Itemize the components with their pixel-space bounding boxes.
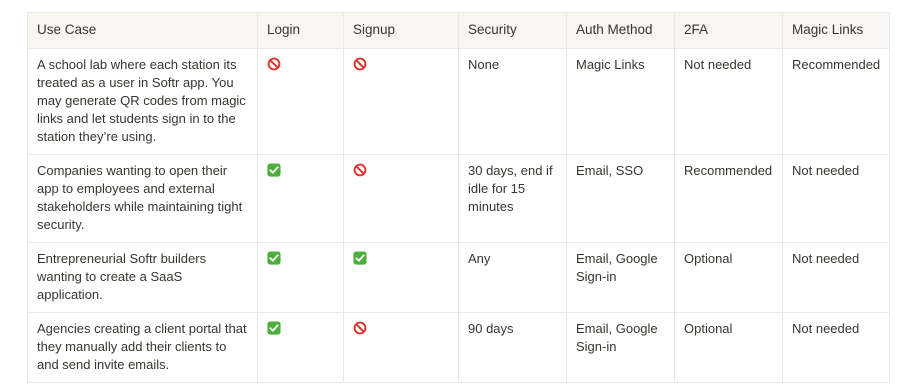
check-mark-icon	[353, 251, 367, 265]
check-mark-icon	[267, 163, 281, 177]
cell-magic-links: Recommended	[781, 48, 891, 155]
cell-auth-method: Email, Google Sign-in	[566, 312, 675, 383]
cell-login	[257, 242, 344, 313]
cell-security: 90 days	[458, 312, 567, 383]
cell-magic-links: Not needed	[781, 242, 891, 313]
cell-use-case: Agencies creating a client portal that t…	[27, 312, 258, 383]
cell-2fa: Optional	[674, 312, 783, 383]
header-use-case: Use Case	[27, 12, 258, 49]
header-magic-links: Magic Links	[781, 12, 891, 49]
prohibited-icon	[353, 163, 367, 177]
cell-use-case: Entrepreneurial Softr builders wanting t…	[27, 242, 258, 313]
check-mark-icon	[267, 251, 281, 265]
table-header-row: Use Case Login Signup Security Auth Meth…	[27, 12, 891, 49]
cell-login	[257, 312, 344, 383]
header-signup: Signup	[343, 12, 459, 49]
prohibited-icon	[353, 321, 367, 335]
cell-signup	[343, 312, 459, 383]
cell-login	[257, 48, 344, 155]
table-body: A school lab where each station its trea…	[27, 48, 891, 383]
cell-auth-method: Email, Google Sign-in	[566, 242, 675, 313]
cell-2fa: Not needed	[674, 48, 783, 155]
cell-auth-method: Magic Links	[566, 48, 675, 155]
cell-magic-links: Not needed	[781, 312, 891, 383]
cell-security: Any	[458, 242, 567, 313]
header-2fa: 2FA	[674, 12, 783, 49]
header-auth-method: Auth Method	[566, 12, 675, 49]
check-mark-icon	[267, 321, 281, 335]
prohibited-icon	[353, 57, 367, 71]
use-case-table: Use Case Login Signup Security Auth Meth…	[27, 12, 891, 383]
use-case-table-container: Use Case Login Signup Security Auth Meth…	[27, 12, 891, 383]
header-login: Login	[257, 12, 344, 49]
prohibited-icon	[267, 57, 281, 71]
cell-signup	[343, 154, 459, 243]
table-row: Agencies creating a client portal that t…	[27, 312, 891, 383]
table-row: Entrepreneurial Softr builders wanting t…	[27, 242, 891, 313]
cell-use-case: A school lab where each station its trea…	[27, 48, 258, 155]
cell-magic-links: Not needed	[781, 154, 891, 243]
cell-security: 30 days, end if idle for 15 minutes	[458, 154, 567, 243]
cell-2fa: Recommended	[674, 154, 783, 243]
cell-login	[257, 154, 344, 243]
cell-signup	[343, 48, 459, 155]
cell-signup	[343, 242, 459, 313]
table-row: Companies wanting to open their app to e…	[27, 154, 891, 243]
cell-security: None	[458, 48, 567, 155]
header-security: Security	[458, 12, 567, 49]
table-row: A school lab where each station its trea…	[27, 48, 891, 155]
cell-auth-method: Email, SSO	[566, 154, 675, 243]
cell-use-case: Companies wanting to open their app to e…	[27, 154, 258, 243]
cell-2fa: Optional	[674, 242, 783, 313]
